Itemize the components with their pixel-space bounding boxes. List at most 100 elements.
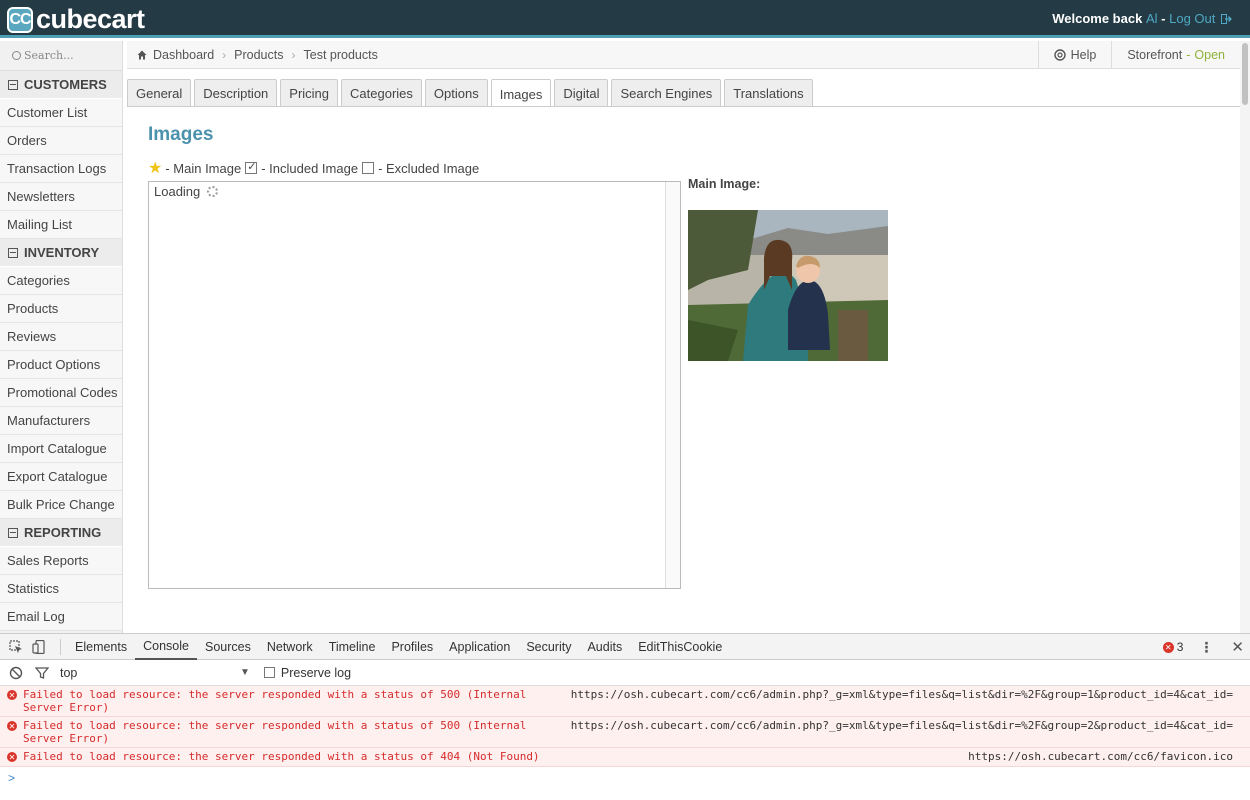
devtools-tab-elements[interactable]: Elements [67,634,135,660]
search-input[interactable]: Search... [24,49,74,62]
devtools-panel: Elements Console Sources Network Timelin… [0,633,1250,800]
error-message: Failed to load resource: the server resp… [23,750,540,763]
welcome-message: Welcome back Al - Log Out [1052,11,1232,26]
sidebar-item-email-log[interactable]: Email Log [0,603,122,631]
breadcrumb-products[interactable]: Products [234,48,283,62]
storefront-label: Storefront [1127,48,1183,62]
tab-general[interactable]: General [127,79,192,107]
section-title: CUSTOMERS [24,77,107,92]
storefront-sep: - [1186,48,1191,62]
sidebar-item-product-options[interactable]: Product Options [0,351,122,379]
sidebar-item-mailing-list[interactable]: Mailing List [0,211,122,239]
chevron-right-icon: › [291,47,296,62]
context-select[interactable]: top [60,666,240,680]
devtools-tab-security[interactable]: Security [518,634,579,660]
close-icon[interactable]: ✕ [1231,638,1244,656]
sidebar-item-statistics[interactable]: Statistics [0,575,122,603]
home-icon[interactable] [137,50,147,60]
sidebar-item-customer-list[interactable]: Customer List [0,99,122,127]
devtools-tab-console[interactable]: Console [135,634,197,660]
file-manager-frame[interactable]: Loading [148,181,681,589]
collapse-icon [8,247,18,258]
loading-indicator: Loading [154,184,219,199]
sidebar-item-orders[interactable]: Orders [0,127,122,155]
tab-search-engines[interactable]: Search Engines [611,79,722,107]
sidebar-item-manufacturers[interactable]: Manufacturers [0,407,122,435]
collapse-icon [8,527,18,538]
sidebar-item-transaction-logs[interactable]: Transaction Logs [0,155,122,183]
tab-digital[interactable]: Digital [554,79,609,107]
error-count-icon[interactable]: ✕ [1162,641,1174,653]
sidebar-item-promotional-codes[interactable]: Promotional Codes [0,379,122,407]
page-scrollbar-thumb[interactable] [1242,43,1248,105]
dropdown-arrow-icon[interactable]: ▼ [240,667,250,678]
logo-badge-icon: CC [7,6,33,33]
breadcrumb-current: Test products [303,47,378,62]
devtools-tab-application[interactable]: Application [441,634,518,660]
error-message: Failed to load resource: the server resp… [23,688,527,714]
devtools-tab-network[interactable]: Network [259,634,321,660]
console-prompt[interactable]: > [8,771,15,785]
sidebar-item-categories[interactable]: Categories [0,267,122,295]
legend-excluded: - Excluded Image [378,160,480,176]
chevron-right-icon: › [222,47,227,62]
more-options-icon[interactable]: ⋮ [1199,639,1213,656]
collapse-icon [8,79,18,90]
console-error-row: ✕ Failed to load resource: the server re… [0,717,1250,748]
error-icon: ✕ [7,690,17,700]
filter-icon[interactable] [35,666,49,680]
clear-console-icon[interactable] [9,666,23,680]
page-title: Images [148,124,214,145]
search-box[interactable]: Search... [0,41,122,71]
storefront-link[interactable]: Storefront - Open [1111,41,1240,69]
help-button[interactable]: Help [1037,41,1112,69]
preserve-log-checkbox[interactable] [263,667,275,678]
error-url-link[interactable]: https://osh.cubecart.com/cc6/admin.php?_… [571,719,1233,732]
tab-categories[interactable]: Categories [341,79,422,107]
unchecked-box-icon [362,162,375,174]
loading-text: Loading [154,184,201,199]
device-toggle-icon[interactable] [32,639,46,654]
sidebar-item-export-catalogue[interactable]: Export Catalogue [0,463,122,491]
sidebar-section-inventory[interactable]: INVENTORY [0,239,122,267]
sidebar-item-bulk-price-change[interactable]: Bulk Price Change [0,491,122,519]
sidebar-item-sales-reports[interactable]: Sales Reports [0,547,122,575]
sidebar: Search... CUSTOMERS Customer List Orders… [0,41,123,633]
sidebar-item-newsletters[interactable]: Newsletters [0,183,122,211]
devtools-tab-sources[interactable]: Sources [197,634,259,660]
main-image-photo [688,210,888,361]
sidebar-item-products[interactable]: Products [0,295,122,323]
devtools-divider [60,638,61,655]
inspect-icon[interactable] [9,639,23,654]
error-count[interactable]: 3 [1177,640,1184,654]
error-message: Failed to load resource: the server resp… [23,719,527,745]
spinner-icon [207,186,219,197]
lifebuoy-icon [1053,49,1066,61]
user-link[interactable]: Al [1146,11,1158,26]
devtools-tab-editthiscookie[interactable]: EditThisCookie [630,634,730,660]
storefront-status[interactable]: Open [1194,48,1225,62]
section-title: REPORTING [24,525,102,540]
error-url-link[interactable]: https://osh.cubecart.com/cc6/favicon.ico [968,750,1233,763]
sidebar-section-customers[interactable]: CUSTOMERS [0,71,122,99]
error-url-link[interactable]: https://osh.cubecart.com/cc6/admin.php?_… [571,688,1233,701]
frame-scrollbar[interactable] [665,182,680,588]
main-image-label: Main Image: [688,177,761,191]
breadcrumb-dashboard[interactable]: Dashboard [153,48,214,62]
tab-translations[interactable]: Translations [724,79,813,107]
tab-images[interactable]: Images [490,79,552,108]
sidebar-section-reporting[interactable]: REPORTING [0,519,122,547]
logout-link[interactable]: Log Out [1169,11,1232,26]
page-scrollbar[interactable] [1240,41,1250,633]
devtools-tab-profiles[interactable]: Profiles [383,634,441,660]
cubecart-logo[interactable]: CC cubecart [7,4,145,35]
sidebar-item-reviews[interactable]: Reviews [0,323,122,351]
tab-pricing[interactable]: Pricing [280,79,339,107]
tab-description[interactable]: Description [194,79,278,107]
error-icon: ✕ [7,752,17,762]
devtools-tab-timeline[interactable]: Timeline [321,634,384,660]
devtools-tab-audits[interactable]: Audits [579,634,630,660]
tab-options[interactable]: Options [424,79,488,107]
sidebar-item-import-catalogue[interactable]: Import Catalogue [0,435,122,463]
legend-main: - Main Image [165,160,242,176]
